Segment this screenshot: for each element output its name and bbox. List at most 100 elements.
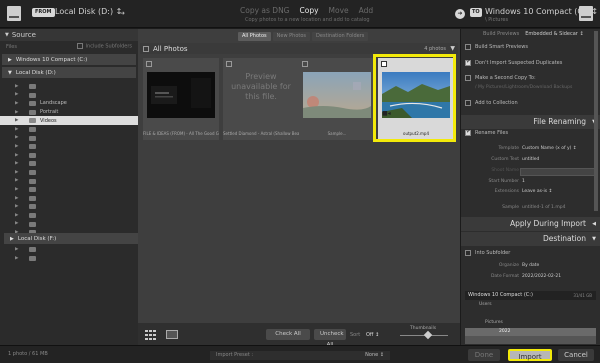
rename-files-option[interactable]: Rename Files xyxy=(465,128,508,138)
build-previews-row[interactable]: Build Previews Embedded & Sidecar ↕ xyxy=(465,29,584,39)
photo-checkbox[interactable] xyxy=(302,61,308,67)
triangle-right-icon[interactable]: ▶ xyxy=(15,144,18,149)
apply-during-import-header[interactable]: Apply During Import ◀ xyxy=(461,217,600,231)
volume-f[interactable]: ▶ Local Disk (F:) xyxy=(4,233,138,244)
folder-tree-item[interactable]: ▶ Landscape xyxy=(0,99,138,108)
cancel-button[interactable]: Cancel xyxy=(558,349,594,361)
loupe-view-icon[interactable] xyxy=(166,330,178,339)
shoot-name-field[interactable] xyxy=(520,168,596,176)
right-panel-scrollbar[interactable] xyxy=(594,31,598,211)
folder-tree-item[interactable]: ▶ xyxy=(0,211,138,220)
folder-tree-item[interactable]: ▶ xyxy=(0,151,138,160)
folder-tree-item[interactable]: ▶ xyxy=(0,254,138,263)
triangle-right-icon[interactable]: ▶ xyxy=(15,187,18,192)
folder-tree-item[interactable]: ▶ xyxy=(0,159,138,168)
folder-tree-item[interactable]: ▶ xyxy=(0,168,138,177)
folder-tree-item[interactable]: ▶ xyxy=(0,194,138,203)
folder-tree-item[interactable]: ▶ xyxy=(0,82,138,91)
triangle-right-icon[interactable]: ▶ xyxy=(15,92,18,97)
folder-tree-item[interactable]: ▶ xyxy=(0,91,138,100)
check-all-button[interactable]: Check All xyxy=(266,329,310,340)
checkbox-icon[interactable] xyxy=(465,250,471,256)
dest-tree-item-selected[interactable]: 2022 xyxy=(465,328,596,336)
add-to-collection-option[interactable]: Add to Collection xyxy=(465,98,518,108)
extensions-dropdown[interactable]: Leave as-is ↕ xyxy=(522,189,552,194)
uncheck-all-button[interactable]: Uncheck All xyxy=(314,329,346,348)
checkbox-icon[interactable] xyxy=(465,100,471,106)
triangle-right-icon[interactable]: ▶ xyxy=(15,256,18,261)
tab-new-photos[interactable]: New Photos xyxy=(272,32,311,41)
date-format-dropdown[interactable]: 2022/2022-02-21 xyxy=(522,274,561,279)
triangle-right-icon[interactable]: ▶ xyxy=(15,110,18,115)
start-number-field[interactable]: 1 xyxy=(522,179,525,184)
volume-d[interactable]: ▼ Local Disk (D:) xyxy=(2,67,136,78)
folder-tree-item[interactable]: ▶ Videos xyxy=(0,116,138,125)
done-button[interactable]: Done xyxy=(468,349,500,361)
dest-tree-item[interactable] xyxy=(465,310,596,318)
start-number-row[interactable]: Start Number 1 xyxy=(465,179,600,187)
photo-checkbox[interactable] xyxy=(226,61,232,67)
triangle-right-icon[interactable]: ▶ xyxy=(15,161,18,166)
triangle-right-icon[interactable]: ▶ xyxy=(15,127,18,132)
dest-tree-item[interactable] xyxy=(465,336,596,344)
triangle-right-icon[interactable]: ▶ xyxy=(15,135,18,140)
checkbox-icon[interactable] xyxy=(76,43,83,50)
include-subfolders-option[interactable]: Include Subfolders xyxy=(76,43,132,50)
triangle-right-icon[interactable]: ▶ xyxy=(15,101,18,106)
triangle-right-icon[interactable]: ▶ xyxy=(15,84,18,89)
import-preset-selector[interactable]: Import Preset : None ↕ xyxy=(210,351,390,360)
tab-destination-folders[interactable]: Destination Folders xyxy=(312,32,369,41)
custom-text-row[interactable]: Custom Text untitled xyxy=(465,157,600,165)
dest-tree-item[interactable]: Users xyxy=(465,301,596,309)
organize-dropdown[interactable]: By date xyxy=(522,263,539,268)
checkbox-checked-icon[interactable] xyxy=(465,58,471,66)
folder-tree-item[interactable]: ▶ xyxy=(0,134,138,143)
checkbox-icon[interactable] xyxy=(465,75,471,81)
folder-tree-item[interactable]: ▶ xyxy=(0,125,138,134)
triangle-right-icon[interactable]: ▶ xyxy=(15,196,18,201)
source-selector[interactable]: Local Disk (D:) ↕ xyxy=(55,7,122,16)
extensions-row[interactable]: Extensions Leave as-is ↕ xyxy=(465,189,600,197)
tab-all-photos[interactable]: All Photos xyxy=(238,32,271,41)
photo-cell[interactable]: Preview unavailable for this file. Settl… xyxy=(223,58,299,140)
folder-tree-item[interactable]: ▶ xyxy=(0,245,138,254)
folder-tree-item[interactable]: ▶ xyxy=(0,202,138,211)
volume-c[interactable]: ▶ Windows 10 Compact (C:) xyxy=(2,54,136,65)
organize-row[interactable]: Organize By date xyxy=(465,263,600,271)
custom-text-field[interactable]: untitled xyxy=(522,157,539,162)
triangle-right-icon[interactable]: ▶ xyxy=(15,153,18,158)
folder-tree-item[interactable]: ▶ xyxy=(0,177,138,186)
folder-tree-item[interactable]: ▶ xyxy=(0,142,138,151)
folder-tree-item[interactable]: ▶ xyxy=(0,220,138,229)
destination-header[interactable]: Destination ▼ xyxy=(461,232,600,246)
grid-view-icon[interactable] xyxy=(145,330,159,340)
triangle-right-icon[interactable]: ▶ xyxy=(15,178,18,183)
destination-drive-icon[interactable] xyxy=(578,5,594,22)
checkbox-checked-icon[interactable] xyxy=(465,128,471,136)
file-renaming-header[interactable]: File Renaming ▼ xyxy=(461,115,600,129)
select-all-checkbox[interactable] xyxy=(143,45,149,52)
slider-knob[interactable] xyxy=(423,330,433,340)
triangle-right-icon[interactable]: ▶ xyxy=(15,170,18,175)
source-panel-header[interactable]: ▼ Source xyxy=(0,29,138,41)
dont-import-duplicates-option[interactable]: Don't Import Suspected Duplicates xyxy=(465,58,562,68)
build-smart-previews-option[interactable]: Build Smart Previews xyxy=(465,42,528,52)
into-subfolder-option[interactable]: Into Subfolder xyxy=(465,248,510,258)
photo-cell[interactable]: Sample... xyxy=(299,58,375,140)
triangle-down-icon[interactable]: ▼ xyxy=(450,45,455,52)
triangle-right-icon[interactable]: ▶ xyxy=(15,221,18,226)
mode-add[interactable]: Add xyxy=(359,6,374,15)
source-drive-icon[interactable] xyxy=(6,5,22,22)
destination-volume[interactable]: Windows 10 Compact (C:) 31/41 GB xyxy=(465,291,596,300)
triangle-right-icon[interactable]: ▶ xyxy=(15,213,18,218)
mode-copy[interactable]: Copy xyxy=(300,6,319,15)
sort-dropdown[interactable]: Off ↕ xyxy=(366,332,379,338)
dest-tree-item[interactable]: Pictures xyxy=(465,319,596,327)
folder-tree-item[interactable]: ▶ Portrait xyxy=(0,108,138,117)
mode-copy-as-dng[interactable]: Copy as DNG xyxy=(240,6,290,15)
triangle-right-icon[interactable]: ▶ xyxy=(15,118,18,123)
date-format-row[interactable]: Date Format 2022/2022-02-21 xyxy=(465,274,600,282)
mode-move[interactable]: Move xyxy=(329,6,349,15)
triangle-right-icon[interactable]: ▶ xyxy=(15,204,18,209)
photo-cell[interactable]: FILE & IDEAS (FROM) - All The Good Gi... xyxy=(143,58,219,140)
